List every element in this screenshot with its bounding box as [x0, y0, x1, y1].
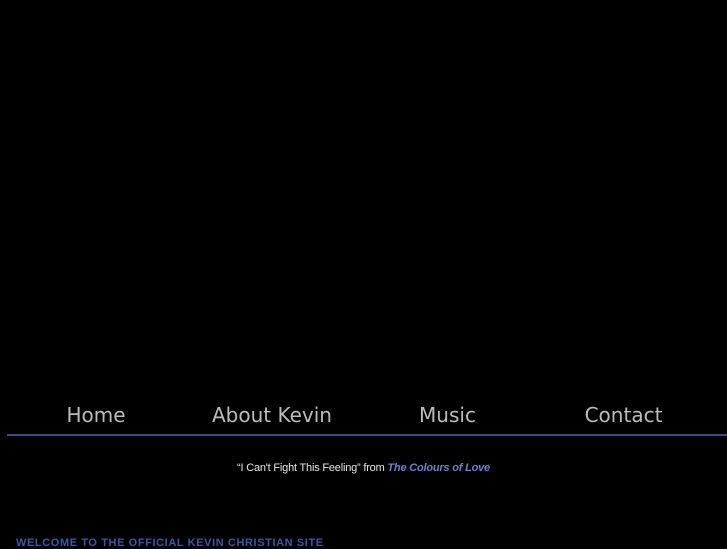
- nav-music[interactable]: Music: [359, 396, 536, 434]
- nav-contact[interactable]: Contact: [536, 396, 711, 434]
- nav-home[interactable]: Home: [7, 396, 185, 434]
- song-title: “I Can't Fight This Feeling” from: [237, 462, 385, 474]
- nav-about-kevin[interactable]: About Kevin: [185, 396, 359, 434]
- main-nav: Home About Kevin Music Contact: [7, 396, 727, 436]
- now-playing: “I Can't Fight This Feeling” from The Co…: [0, 462, 727, 474]
- album-link[interactable]: The Colours of Love: [387, 462, 490, 474]
- hero-banner: [0, 0, 727, 395]
- welcome-heading: WELCOME TO THE OFFICIAL KEVIN CHRISTIAN …: [16, 537, 324, 549]
